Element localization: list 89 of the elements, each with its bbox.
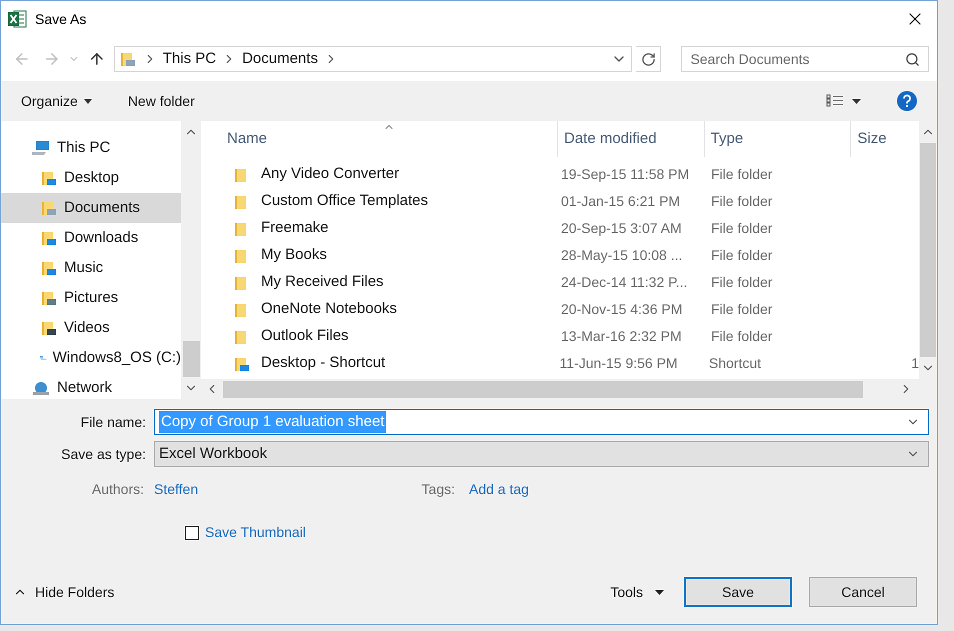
sidebar-item[interactable]: Windows8_OS (C:) bbox=[1, 343, 181, 373]
scrollbar-thumb[interactable] bbox=[182, 341, 200, 377]
caret-icon bbox=[84, 98, 92, 104]
field-label: Authors: bbox=[90, 480, 145, 498]
search-box[interactable]: Search Documents bbox=[681, 46, 929, 72]
sidebar-item[interactable]: Network bbox=[1, 373, 181, 399]
caret-icon[interactable] bbox=[852, 98, 861, 104]
field-label: Save as type: bbox=[60, 444, 147, 464]
field-label: Tags: bbox=[420, 480, 456, 499]
sidebar-item[interactable]: Downloads bbox=[1, 223, 181, 253]
view-options-icon[interactable] bbox=[826, 94, 844, 108]
sidebar-item[interactable]: Videos bbox=[1, 313, 181, 343]
address-bar[interactable]: This PC Documents bbox=[114, 46, 632, 72]
type-cell-text: File folder bbox=[711, 246, 774, 265]
date-cell-text: 20-Sep-15 3:07 AM bbox=[561, 219, 683, 238]
checkbox-label[interactable]: Save Thumbnail bbox=[205, 522, 306, 543]
type-cell-text: File folder bbox=[711, 192, 774, 211]
file-row[interactable]: Outlook Files 13-Mar-16 2:32 PM File folder bbox=[231, 323, 919, 350]
file-row[interactable]: My Books 28-May-15 10:08 ... File folder bbox=[231, 242, 919, 269]
folder-with-badge-icon bbox=[40, 289, 58, 307]
sidebar-item[interactable]: Documents bbox=[1, 193, 181, 223]
sidebar-item[interactable]: Music bbox=[1, 253, 181, 283]
cancel-button[interactable]: Cancel bbox=[809, 577, 917, 607]
file-row[interactable]: My Received Files 24-Dec-14 11:32 P... File folder bbox=[231, 269, 919, 296]
author-link[interactable]: Steffen bbox=[154, 478, 419, 500]
date-cell-text: 20-Nov-15 4:36 PM bbox=[561, 300, 684, 319]
search-field[interactable]: Search Documents bbox=[690, 48, 905, 70]
breadcrumb-item[interactable]: This PC bbox=[162, 48, 216, 70]
type-cell-text: File folder bbox=[711, 273, 774, 292]
refresh-icon bbox=[640, 52, 656, 66]
sidebar-item[interactable]: Pictures bbox=[1, 283, 181, 313]
search-icon bbox=[905, 52, 920, 66]
window-title: Save As bbox=[35, 10, 86, 28]
help-icon[interactable] bbox=[897, 91, 917, 111]
date-cell-text: 24-Dec-14 11:32 P... bbox=[561, 273, 688, 292]
size-cell-text: 1 bbox=[911, 354, 919, 373]
file-name: My Books bbox=[261, 245, 327, 266]
save-button[interactable]: Save bbox=[684, 577, 792, 607]
column-header[interactable]: Type bbox=[704, 121, 850, 157]
spreadsheet-app-icon bbox=[7, 9, 27, 29]
date-cell-text: 11-Jun-15 9:56 PM bbox=[560, 354, 679, 373]
file-row[interactable]: Desktop - Shortcut 11-Jun-15 9:56 PM Shortcut 1 bbox=[231, 350, 919, 377]
selected-file-type: Excel Workbook bbox=[159, 444, 268, 464]
file-row[interactable]: Any Video Converter 19-Sep-15 11:58 PM File folder bbox=[231, 161, 919, 188]
date-cell-text: 19-Sep-15 11:58 PM bbox=[561, 165, 690, 184]
type-cell-text: File folder bbox=[711, 300, 774, 319]
type-cell-text: Shortcut bbox=[708, 354, 762, 373]
folder-with-badge-icon bbox=[40, 259, 58, 277]
field-label: File name: bbox=[80, 412, 147, 432]
column-header[interactable]: Name bbox=[221, 121, 557, 157]
date-cell-text: 13-Mar-16 2:32 PM bbox=[561, 327, 683, 346]
file-row[interactable]: OneNote Notebooks 20-Nov-15 4:36 PM File folder bbox=[231, 296, 919, 323]
file-name: Any Video Converter bbox=[261, 164, 400, 184]
folder-with-badge-icon bbox=[118, 50, 137, 68]
computer-icon bbox=[31, 140, 51, 156]
sidebar-item[interactable]: This PC bbox=[1, 133, 181, 163]
file-name: Custom Office Templates bbox=[261, 191, 428, 212]
caret-icon bbox=[655, 590, 664, 594]
file-name: Desktop - Shortcut bbox=[261, 353, 386, 374]
date-cell-text: 28-May-15 10:08 ... bbox=[561, 246, 684, 265]
horizontal-scrollbar[interactable] bbox=[201, 379, 937, 399]
column-header[interactable]: Date modified bbox=[556, 121, 704, 157]
file-name: My Received Files bbox=[261, 272, 384, 292]
file-row[interactable]: Freemake 20-Sep-15 3:07 AM File folder bbox=[231, 215, 919, 242]
tools-menu[interactable]: Tools bbox=[610, 582, 664, 602]
type-cell-text: File folder bbox=[711, 219, 774, 238]
checkbox[interactable] bbox=[185, 526, 199, 540]
scrollbar-thumb[interactable] bbox=[223, 380, 863, 398]
folder-with-badge-icon bbox=[40, 199, 58, 217]
new-folder-button[interactable]: New folder bbox=[128, 90, 195, 112]
folder-with-badge-icon bbox=[40, 319, 58, 337]
date-cell-text: 01-Jan-15 6:21 PM bbox=[561, 192, 682, 211]
globe-icon bbox=[31, 380, 51, 396]
organize-menu[interactable]: Organize bbox=[21, 90, 92, 112]
file-name: Outlook Files bbox=[261, 326, 349, 346]
file-type-dropdown[interactable]: Excel Workbook bbox=[154, 441, 929, 467]
sidebar-item[interactable]: Desktop bbox=[1, 163, 181, 193]
folder-with-badge-icon bbox=[40, 169, 58, 187]
add-tag-link[interactable]: Add a tag bbox=[469, 478, 529, 500]
type-cell-text: File folder bbox=[711, 327, 774, 346]
folder-with-badge-icon bbox=[40, 229, 58, 247]
breadcrumb-item[interactable]: Documents bbox=[242, 48, 318, 70]
file-name: OneNote Notebooks bbox=[261, 299, 397, 320]
scrollbar-thumb[interactable] bbox=[920, 143, 936, 357]
hide-folders-button[interactable]: Hide Folders bbox=[13, 582, 114, 602]
file-name: Freemake bbox=[261, 218, 329, 238]
file-row[interactable]: Custom Office Templates 01-Jan-15 6:21 PM File folder bbox=[231, 188, 919, 215]
type-cell-text: File folder bbox=[711, 165, 774, 184]
refresh-button[interactable] bbox=[636, 46, 662, 72]
